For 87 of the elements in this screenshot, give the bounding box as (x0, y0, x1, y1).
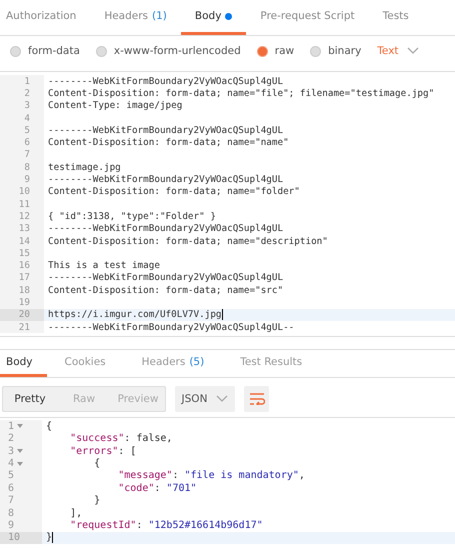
response-tab[interactable]: Headers (5) (124, 350, 222, 378)
code-line: --------WebKitFormBoundary2VyWOacQSupl4gUL (47, 174, 284, 186)
code-line: Content-Disposition: form-data; name="description" (47, 236, 328, 246)
line-number: 15 (0, 247, 44, 260)
line-number: 17 (0, 272, 44, 284)
line-number: 9 (0, 519, 42, 532)
line-number: 3 (0, 100, 44, 112)
line-number: 2 (0, 87, 44, 100)
tab-count: (5) (189, 356, 204, 368)
request-tab[interactable]: Pre-request Script (246, 0, 369, 35)
tab-count: (1) (152, 10, 167, 22)
code-line: Content-Disposition: form-data; name="file"; filename="testimage.jpg" (47, 88, 434, 99)
line-number: 3 (0, 445, 42, 458)
text-cursor (52, 532, 54, 544)
code-line: { (45, 420, 52, 432)
raw-type-dropdown[interactable]: Text (377, 45, 419, 57)
line-number: 11 (0, 198, 44, 210)
chevron-icon (406, 47, 419, 55)
code-line: { (93, 458, 100, 470)
line-number: 4 (0, 112, 44, 124)
line-number: 6 (0, 136, 44, 149)
line-number: 13 (0, 222, 44, 235)
code-line: Content-Disposition: form-data; name="folder" (47, 186, 300, 198)
line-number: 9 (0, 173, 44, 186)
code-line: --------WebKitFormBoundary2VyWOacQSupl4gUL (47, 272, 284, 284)
code-line: ], (69, 508, 82, 519)
code-line: --------WebKitFormBoundary2VyWOacQSupl4gUL (47, 223, 284, 234)
code-line: --------WebKitFormBoundary2VyWOacQSupl4gUL-- (47, 322, 294, 333)
body-mode-radio[interactable]: binary (310, 45, 362, 57)
view-mode-button[interactable]: Raw (57, 387, 111, 412)
response-tab[interactable]: Test Results (222, 350, 320, 378)
line-number: 2 (0, 432, 42, 446)
code-line: https://i.imgur.com/Uf0LV7V.jpg (47, 309, 222, 320)
line-number: 16 (0, 259, 44, 272)
response-tab[interactable]: Cookies (46, 350, 124, 378)
code-line: } (45, 532, 52, 544)
code-line: { "id":3138, "type":"Folder" } (47, 210, 216, 222)
chevron-icon (216, 395, 228, 404)
line-number: 19 (0, 296, 44, 309)
line-number: 4 (0, 457, 42, 470)
code-line: Content-Disposition: form-data; name="name" (47, 137, 289, 148)
code-line: Content-Disposition: form-data; name="src" (47, 284, 284, 296)
line-number: 10 (0, 532, 42, 544)
request-tab[interactable]: Tests (368, 0, 423, 35)
view-mode-button[interactable]: Preview (111, 387, 165, 412)
line-number: 7 (0, 148, 44, 162)
code-line: testimage.jpg (47, 162, 121, 173)
line-number: 5 (0, 124, 44, 136)
code-line: Content-Type: image/jpeg (47, 100, 182, 112)
request-tab[interactable]: Authorization (4, 0, 90, 35)
view-mode-button[interactable]: Pretty (3, 387, 57, 412)
code-line: This is a test image (47, 260, 160, 272)
code-line: --------WebKitFormBoundary2VyWOacQSupl4gUL (47, 76, 284, 87)
request-tab[interactable]: Body (180, 0, 246, 35)
code-line: "success": false, (69, 433, 172, 444)
code-line: "code": "701" (117, 482, 197, 494)
fold-arrow-icon[interactable] (17, 449, 24, 454)
code-line: } (93, 495, 100, 506)
body-mode-radio[interactable]: form-data (10, 45, 80, 57)
line-number: 20 (0, 308, 44, 321)
line-number: 1 (0, 420, 42, 433)
fold-arrow-icon[interactable] (17, 424, 24, 428)
line-number: 8 (0, 161, 44, 174)
body-mode-radio[interactable]: raw (256, 45, 294, 57)
format-dropdown[interactable]: JSON (175, 386, 235, 412)
response-tab[interactable]: Body (0, 350, 47, 378)
code-line: "message": "file is mandatory", (117, 470, 305, 482)
request-body-editor[interactable] (0, 71, 455, 338)
code-line: "requestId": "12b52#16614b96d17" (69, 520, 263, 532)
request-tab[interactable]: Headers (1) (90, 0, 181, 35)
line-number: 12 (0, 210, 44, 223)
line-number: 8 (0, 506, 42, 520)
line-number: 21 (0, 320, 44, 334)
code-line: "errors": [ (69, 446, 136, 457)
line-number: 6 (0, 482, 42, 495)
line-number: 5 (0, 470, 42, 482)
line-number: 10 (0, 186, 44, 198)
line-number: 18 (0, 284, 44, 296)
fold-arrow-icon[interactable] (17, 462, 24, 466)
wrap-icon (248, 393, 264, 406)
code-line: --------WebKitFormBoundary2VyWOacQSupl4gUL (47, 124, 284, 136)
line-number: 14 (0, 234, 44, 248)
line-number: 1 (0, 75, 44, 88)
text-cursor (222, 309, 223, 320)
body-mode-radio[interactable]: x-www-form-urlencoded (96, 45, 241, 57)
line-number: 7 (0, 494, 42, 507)
wrap-lines-button[interactable] (244, 386, 269, 412)
